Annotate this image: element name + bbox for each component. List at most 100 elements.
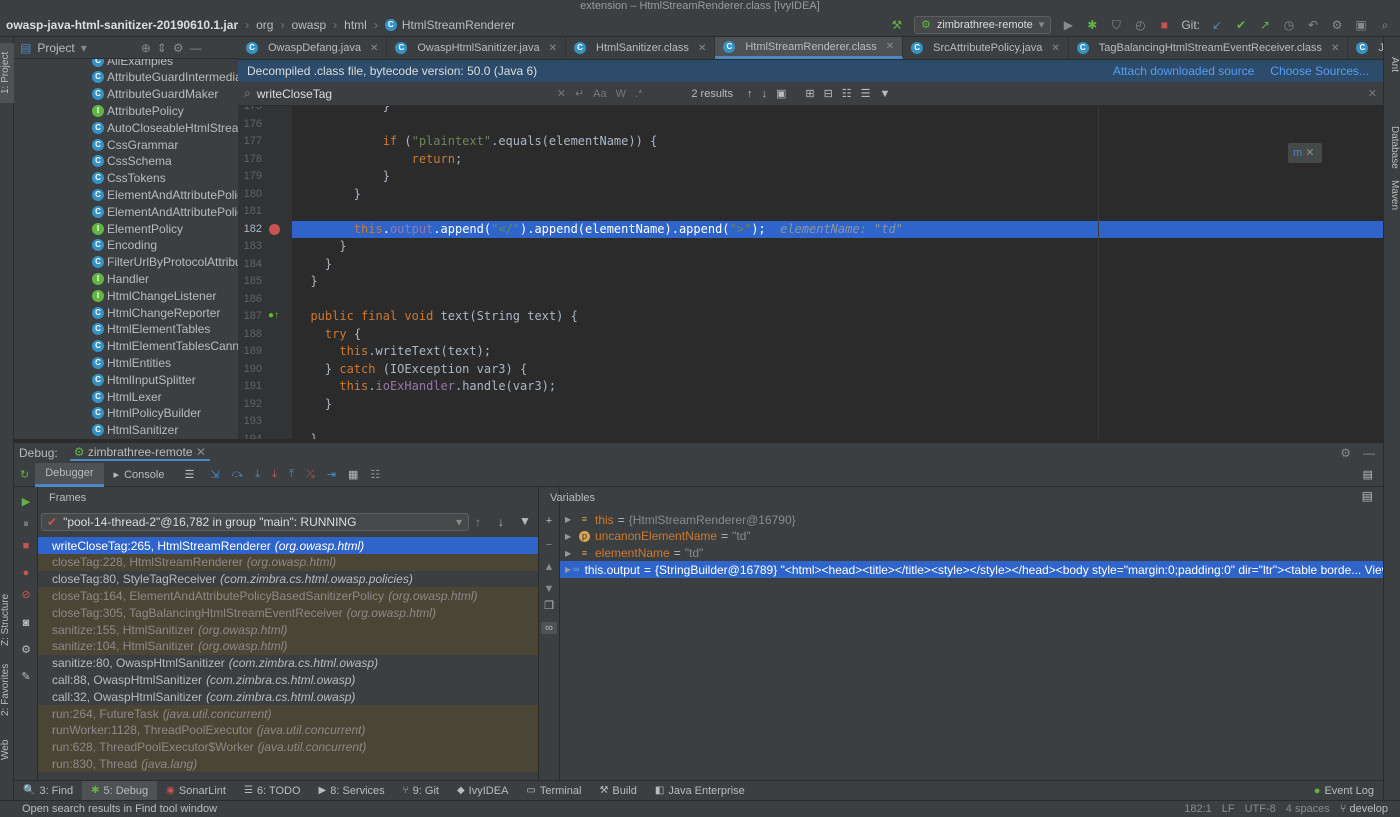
editor-tab[interactable]: CJoinedElementPolicy.class✕ <box>1348 37 1383 59</box>
editor-tab[interactable]: C TagBalancingHtmlStreamEventReceiver.cla… <box>1069 37 1349 59</box>
code-line[interactable]: } <box>296 169 390 183</box>
project-tree-item[interactable]: C ElementAndAttributePolic <box>92 186 238 203</box>
code-line[interactable]: } <box>296 432 317 440</box>
hide-icon[interactable]: — <box>190 41 202 55</box>
expand-arrow-icon[interactable]: ▶ <box>565 515 577 524</box>
stop-icon[interactable]: ■ <box>20 540 32 552</box>
move-up-icon[interactable]: ▲ <box>543 561 555 573</box>
console-tab[interactable]: ▸ Console <box>104 463 175 487</box>
previous-occurrence-icon[interactable]: ↑ <box>747 88 753 100</box>
maven-reload-icon[interactable]: m ✕ <box>1288 143 1322 163</box>
rerun-icon[interactable]: ↻ <box>14 463 35 487</box>
project-tree-item[interactable]: I Handler <box>92 270 149 287</box>
code-line[interactable]: } <box>296 239 346 253</box>
bottom-tool-tab[interactable]: ⚒ Build <box>590 781 645 801</box>
bottom-tool-tab[interactable]: ◧ Java Enterprise <box>646 781 754 801</box>
camera-icon[interactable]: ◙ <box>20 617 32 629</box>
line-number[interactable]: 187 <box>238 310 262 322</box>
settings-icon[interactable]: ☰ <box>861 87 871 100</box>
override-icon[interactable]: ●↑ <box>268 310 279 321</box>
line-number[interactable]: 178 <box>238 153 262 165</box>
run-to-cursor-icon[interactable]: ⇥ <box>321 463 342 487</box>
ant-tool-tab[interactable]: Ant <box>1383 53 1400 77</box>
debugger-tab[interactable]: Debugger <box>35 462 104 487</box>
breadcrumb-jar[interactable]: owasp-java-html-sanitizer-20190610.1.jar <box>6 18 238 32</box>
force-step-into-icon[interactable]: ⤓ <box>266 463 283 487</box>
code-line[interactable]: try { <box>296 327 361 341</box>
editor-tab[interactable]: C OwaspHtmlSanitizer.java ✕ <box>387 37 567 59</box>
project-tree-item[interactable]: I ElementPolicy <box>92 220 183 237</box>
file-encoding[interactable]: UTF-8 <box>1245 803 1276 815</box>
project-tree-item[interactable]: C HtmlChangeReporter <box>92 304 220 321</box>
git-push-icon[interactable]: ↗ <box>1258 18 1272 32</box>
web-tool-tab[interactable]: Web <box>0 735 14 765</box>
coverage-icon[interactable]: ⛉ <box>1109 18 1123 32</box>
settings-wrench-icon[interactable]: ⚙ <box>1330 18 1344 32</box>
trace-icon[interactable]: ☷ <box>364 463 386 487</box>
stack-frame[interactable]: call:88, OwaspHtmlSanitizer (com.zimbra.c… <box>38 671 538 688</box>
stack-frame[interactable]: sanitize:104, HtmlSanitizer (org.owasp.ht… <box>38 637 538 655</box>
git-commit-icon[interactable]: ✔ <box>1234 18 1248 32</box>
git-branch[interactable]: ⑂ develop <box>1340 803 1388 815</box>
bottom-tool-tab[interactable]: 🔍 3: Find <box>14 781 82 801</box>
whole-words-toggle[interactable]: W <box>616 88 626 100</box>
line-number[interactable]: 194 <box>238 433 262 440</box>
debug-session-tab[interactable]: ⚙ zimbrathree-remote ✕ <box>69 445 210 461</box>
debug-bug-icon[interactable]: ✱ <box>1085 18 1099 32</box>
breadcrumb-org[interactable]: org <box>256 18 273 32</box>
editor-tab[interactable]: C SrcAttributePolicy.java ✕ <box>903 37 1069 59</box>
gear-icon[interactable]: ⚙ <box>1340 446 1351 460</box>
new-line-icon[interactable]: ↵ <box>575 87 584 100</box>
code-line[interactable]: if ("plaintext".equals(elementName)) { <box>296 134 658 148</box>
stack-frame[interactable]: run:830, Thread (java.lang) <box>38 755 538 773</box>
drop-frame-icon[interactable]: ⤰ <box>300 463 321 487</box>
run-icon[interactable]: ▶ <box>1061 18 1075 32</box>
project-tree-item[interactable]: C AllExamples <box>92 59 173 69</box>
bottom-tool-tab[interactable]: ⑂ 9: Git <box>394 781 448 801</box>
breadcrumb-html[interactable]: html <box>344 18 367 32</box>
stack-frame[interactable]: runWorker:1128, ThreadPoolExecutor (java.… <box>38 721 538 739</box>
code-line[interactable]: } <box>296 257 332 271</box>
bottom-tool-tab[interactable]: ☰ 6: TODO <box>235 781 310 801</box>
code-line[interactable]: this.ioExHandler.handle(var3); <box>296 379 556 393</box>
line-number[interactable]: 188 <box>238 328 262 340</box>
mute-breakpoints-icon[interactable]: ⊘ <box>20 589 32 601</box>
code-line[interactable]: this.output.append("</").append(elementN… <box>296 222 903 236</box>
line-number[interactable]: 177 <box>238 135 262 147</box>
evaluate-expression-icon[interactable]: ▦ <box>342 463 364 487</box>
variable-row[interactable]: ▶ ∞ this.output = {StringBuilder@16789} "<ht… <box>560 561 1383 579</box>
remove-watch-icon[interactable]: − <box>543 539 555 551</box>
project-tree-item[interactable]: C AttributeGuardMaker <box>92 86 218 103</box>
line-number[interactable]: 176 <box>238 118 262 130</box>
close-tab-icon[interactable]: ✕ <box>370 43 378 54</box>
editor-tab[interactable]: C HtmlStreamRenderer.class ✕ <box>715 37 904 59</box>
variable-row[interactable]: ▶ ≡ this = {HtmlStreamRenderer@16790} <box>560 511 1383 528</box>
line-number[interactable]: 186 <box>238 293 262 305</box>
favorites-tool-tab[interactable]: 2: Favorites <box>0 655 14 725</box>
close-tab-icon[interactable]: ✕ <box>1051 43 1059 54</box>
code-line[interactable]: } <box>296 106 390 113</box>
git-update-icon[interactable]: ↙ <box>1210 18 1224 32</box>
remove-selection-icon[interactable]: ⊟ <box>824 87 833 100</box>
layout-menu-icon[interactable]: ☰ <box>174 463 204 487</box>
regex-toggle[interactable]: .* <box>635 88 642 100</box>
editor-tab[interactable]: C OwaspDefang.java ✕ <box>238 37 388 59</box>
breadcrumb-class[interactable]: C HtmlStreamRenderer <box>384 18 515 32</box>
step-into-icon[interactable]: ⤓ <box>249 463 266 487</box>
line-number[interactable]: 183 <box>238 240 262 252</box>
filter-icon[interactable]: ▼ <box>519 514 531 528</box>
bottom-tool-tab[interactable]: ▶ 8: Services <box>310 781 394 801</box>
layout-icon[interactable]: ▤ <box>1362 489 1373 503</box>
line-number[interactable]: 179 <box>238 170 262 182</box>
stack-frame[interactable]: sanitize:155, HtmlSanitizer (org.owasp.ht… <box>38 621 538 638</box>
code-line[interactable]: return; <box>296 152 463 166</box>
settings-icon[interactable]: ⚙ <box>20 644 32 656</box>
code-line[interactable]: } <box>296 187 361 201</box>
chevron-down-icon[interactable]: ▾ <box>81 41 87 55</box>
stop-icon[interactable]: ■ <box>1157 18 1171 32</box>
editor-tab[interactable]: C HtmlSanitizer.class ✕ <box>566 37 716 59</box>
resume-icon[interactable]: ▶ <box>20 496 32 508</box>
pin-icon[interactable]: ✎ <box>20 671 32 683</box>
collapse-icon[interactable]: ⇕ <box>157 41 167 55</box>
close-tab-icon[interactable]: ✕ <box>549 43 557 54</box>
